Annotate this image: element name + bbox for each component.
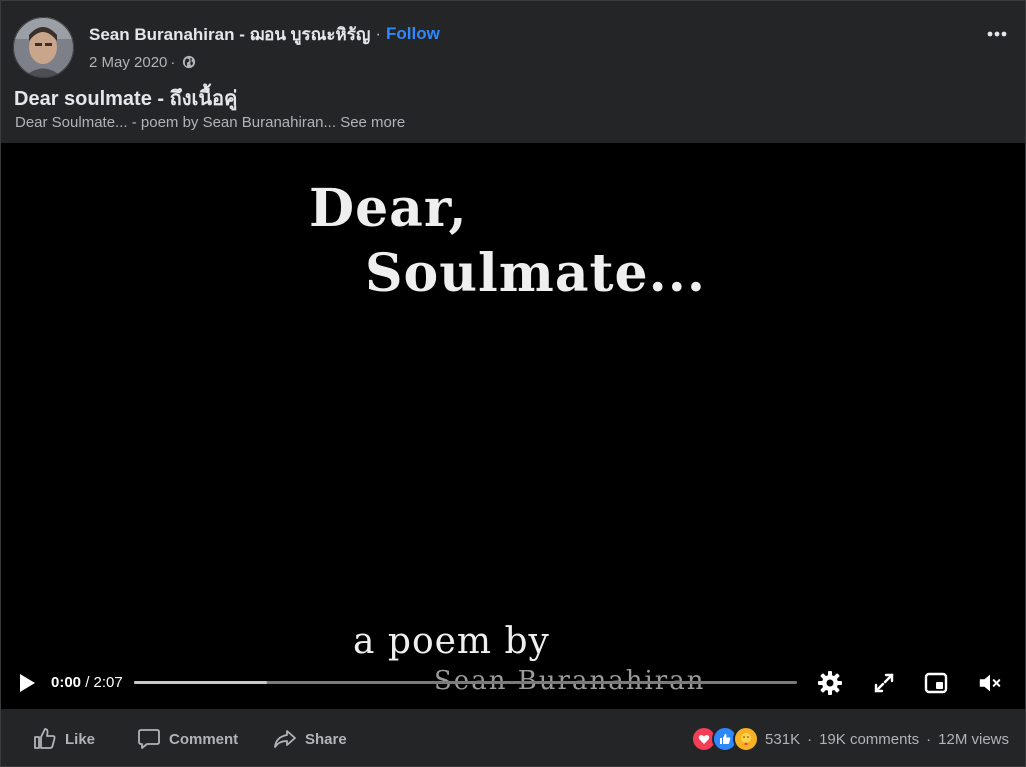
post-title: Dear soulmate - ถึงเนื้อคู่ xyxy=(14,88,238,110)
post-meta: 2 May 2020 · xyxy=(89,52,196,72)
picture-in-picture-icon xyxy=(924,672,948,694)
follow-button[interactable]: Follow xyxy=(386,24,440,44)
separator-dot: · xyxy=(375,24,381,43)
video-controls: 0:00 / 2:07 xyxy=(1,658,1025,708)
care-reaction-icon xyxy=(733,726,760,752)
progress-buffered xyxy=(134,681,267,684)
comment-button[interactable]: Comment xyxy=(137,725,238,753)
post-date[interactable]: 2 May 2020 xyxy=(89,54,167,71)
comment-label: Comment xyxy=(169,730,239,748)
fullscreen-icon xyxy=(874,673,894,693)
video-frame-text-line1: Dear, xyxy=(309,178,468,239)
post-card: Sean Buranahiran - ฌอน บูรณะหิรัญ · Foll… xyxy=(0,0,1026,767)
post-footer: Like Comment Share 531K · 19K comments ·… xyxy=(1,709,1025,766)
comment-count[interactable]: 19K comments xyxy=(819,731,919,748)
post-stats: 531K · 19K comments · 12M views xyxy=(691,726,1009,752)
video-frame-text-line3: a poem by xyxy=(353,621,550,662)
post-description-text: Dear Soulmate... - poem by Sean Buranahi… xyxy=(15,114,337,131)
fullscreen-button[interactable] xyxy=(871,670,897,696)
globe-icon[interactable] xyxy=(182,55,196,69)
video-time: 0:00 / 2:07 xyxy=(51,674,123,691)
volume-button[interactable] xyxy=(977,670,1003,696)
date-separator: · xyxy=(170,53,176,71)
see-more-link[interactable]: See more xyxy=(340,114,405,131)
settings-icon xyxy=(818,671,842,695)
reaction-count[interactable]: 531K xyxy=(765,731,800,748)
comment-icon xyxy=(138,729,160,749)
author-line: Sean Buranahiran - ฌอน บูรณะหิรัญ · Foll… xyxy=(89,23,440,45)
play-icon xyxy=(20,674,35,692)
more-options-icon xyxy=(987,31,1007,37)
view-count: 12M views xyxy=(938,730,1009,748)
share-label: Share xyxy=(305,730,347,748)
author-avatar[interactable] xyxy=(13,17,74,78)
play-button[interactable] xyxy=(15,671,39,695)
share-icon xyxy=(274,730,296,748)
current-time: 0:00 xyxy=(51,674,82,691)
like-button[interactable]: Like xyxy=(33,725,95,753)
like-label: Like xyxy=(65,730,96,748)
avatar-image xyxy=(13,17,74,78)
author-name[interactable]: Sean Buranahiran - ฌอน บูรณะหิรัญ xyxy=(89,21,370,48)
stats-separator: · xyxy=(807,730,813,748)
progress-bar[interactable] xyxy=(134,681,797,684)
picture-in-picture-button[interactable] xyxy=(923,670,949,696)
post-description: Dear Soulmate... - poem by Sean Buranahi… xyxy=(15,114,405,131)
share-button[interactable]: Share xyxy=(273,725,347,753)
settings-button[interactable] xyxy=(817,670,843,696)
time-separator: / xyxy=(81,674,94,691)
reactions-summary[interactable] xyxy=(691,726,760,752)
thumbs-up-icon xyxy=(34,728,56,749)
video-frame-text-line2: Soulmate... xyxy=(365,243,706,304)
video-player[interactable]: Dear, Soulmate... a poem by Sean Buranah… xyxy=(1,143,1025,709)
more-options-button[interactable] xyxy=(979,18,1015,50)
duration: 2:07 xyxy=(93,674,123,691)
stats-separator: · xyxy=(926,730,932,748)
volume-muted-icon xyxy=(979,674,1001,692)
